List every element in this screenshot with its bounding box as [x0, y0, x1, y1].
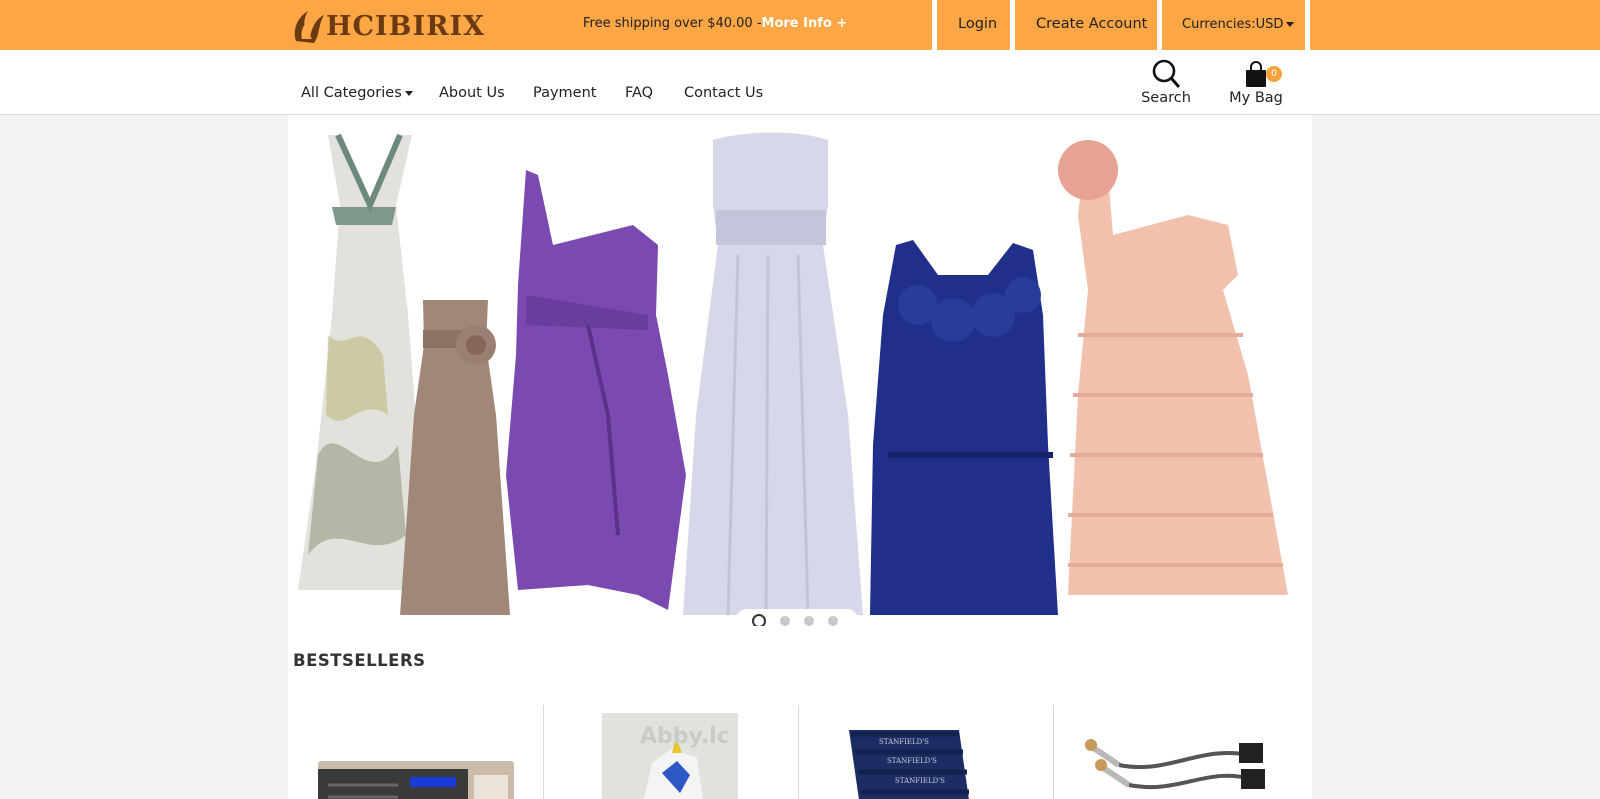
top-bar: HCIBIRIX Free shipping over $40.00 -More… — [0, 0, 1600, 50]
nav-faq[interactable]: FAQ — [625, 85, 653, 101]
product-card-oxygen-sensors[interactable] — [1053, 705, 1308, 799]
carousel-indicator — [736, 609, 858, 626]
label-text: STANFIELD'S — [887, 757, 937, 765]
purple-dress-image — [506, 170, 686, 610]
label-text: STANFIELD'S — [879, 738, 929, 746]
divider — [932, 0, 937, 50]
carousel-dot-2[interactable] — [780, 616, 790, 626]
peach-dress-image — [1058, 140, 1288, 595]
bestsellers-grid: Abby.lc STANFIELD'S STANFIELD'S STANFIEL… — [288, 705, 1312, 799]
divider — [1305, 0, 1310, 50]
caret-down-icon — [1286, 22, 1295, 27]
nav-label: All Categories — [301, 85, 402, 101]
search-button[interactable]: Search — [1139, 58, 1193, 106]
my-bag-label: My Bag — [1229, 90, 1283, 106]
bestsellers-title: BESTSELLERS — [293, 651, 426, 670]
product-card-network-storage[interactable] — [288, 705, 543, 799]
flame-logo-icon — [294, 11, 324, 43]
nav-contact-us[interactable]: Contact Us — [684, 85, 763, 101]
search-label: Search — [1141, 90, 1191, 106]
label-text: STANFIELD'S — [895, 777, 945, 785]
dresses-banner-image — [298, 132, 1288, 616]
navy-dress-image — [870, 240, 1058, 615]
caret-down-icon — [404, 90, 413, 96]
floral-dress-image — [298, 133, 418, 590]
underwear-pack-image: STANFIELD'S STANFIELD'S STANFIELD'S — [849, 730, 969, 799]
carousel-dot-1[interactable] — [752, 614, 766, 626]
shipping-notice: Free shipping over $40.00 -More Info + — [583, 16, 847, 31]
bag-count-badge: 0 — [1266, 66, 1282, 82]
white-dress-image — [683, 132, 863, 616]
main-content: BESTSELLERS Abby.lc STANFIELD'S STANFIEL… — [288, 115, 1312, 799]
network-storage-image — [318, 761, 514, 799]
oxygen-sensors-image — [1085, 739, 1265, 790]
currency-selector[interactable]: Currencies:USD — [1182, 17, 1295, 32]
carousel-dot-3[interactable] — [804, 616, 814, 626]
my-bag-button[interactable]: 0 My Bag — [1228, 58, 1284, 106]
login-link[interactable]: Login — [958, 16, 997, 32]
robot-figure-image: Abby.lc — [602, 713, 738, 799]
brand-name: HCIBIRIX — [326, 10, 486, 42]
shipping-text: Free shipping over $40.00 - — [583, 16, 762, 31]
nav-about-us[interactable]: About Us — [439, 85, 505, 101]
nav-payment[interactable]: Payment — [533, 85, 596, 101]
product-card-underwear-pack[interactable]: STANFIELD'S STANFIELD'S STANFIELD'S — [798, 705, 1053, 799]
watermark-text: Abby.lc — [640, 724, 730, 749]
brand-logo[interactable]: HCIBIRIX — [290, 7, 485, 45]
more-info-link[interactable]: More Info + — [762, 16, 848, 31]
create-account-link[interactable]: Create Account — [1036, 16, 1147, 32]
carousel-dot-4[interactable] — [828, 616, 838, 626]
hero-banner[interactable] — [288, 115, 1312, 626]
product-card-robot-figure[interactable]: Abby.lc — [543, 705, 798, 799]
divider — [1010, 0, 1015, 50]
currency-label: Currencies:USD — [1182, 17, 1284, 32]
nav-all-categories[interactable]: All Categories — [301, 85, 413, 101]
taupe-dress-image — [400, 300, 510, 615]
divider — [1157, 0, 1162, 50]
main-nav: All Categories About Us Payment FAQ Cont… — [0, 50, 1600, 115]
search-icon — [1152, 59, 1181, 88]
